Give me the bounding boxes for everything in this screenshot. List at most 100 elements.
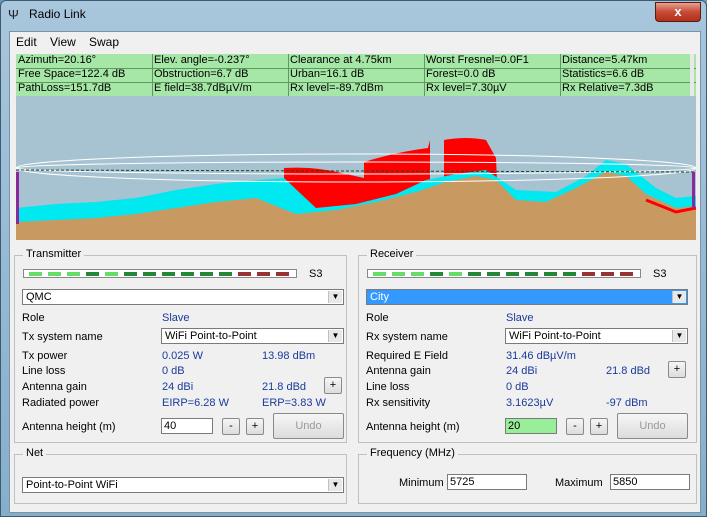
freq-max-input[interactable]: 5850 xyxy=(610,474,690,490)
chevron-down-icon[interactable]: ▼ xyxy=(672,330,686,342)
rx-sens-dbm: -97 dBm xyxy=(606,397,648,409)
transmitter-group: Transmitter S3 QMC ▼ Role Slave Tx system… xyxy=(14,248,347,443)
rx-meter-segment xyxy=(582,272,595,276)
rx-height-minus-button[interactable]: - xyxy=(566,418,584,435)
rx-gain-label: Antenna gain xyxy=(366,365,431,377)
tx-system-label: Tx system name xyxy=(22,331,103,343)
info-row1-cell-0: Azimuth=20.16° xyxy=(18,54,97,66)
menu-view[interactable]: View xyxy=(50,35,76,49)
tx-meter-segment xyxy=(48,272,61,276)
rx-meter-segment xyxy=(468,272,481,276)
frequency-title: Frequency (MHz) xyxy=(367,447,458,459)
tx-radiated-label: Radiated power xyxy=(22,397,100,409)
info-row1-cell-4: Distance=5.47km xyxy=(562,54,648,66)
rx-lineloss-label: Line loss xyxy=(366,381,410,393)
rx-meter-segment xyxy=(373,272,386,276)
freq-min-label: Minimum xyxy=(399,477,444,489)
menu-swap[interactable]: Swap xyxy=(89,35,119,49)
info-row3-cell-2: Rx level=-89.7dBm xyxy=(290,82,384,94)
info-row2-cell-1: Obstruction=6.7 dB xyxy=(154,68,249,80)
rx-meter-segment xyxy=(411,272,424,276)
rx-station-value: City xyxy=(370,291,389,303)
radio-link-window: Ψ Radio Link x Edit View Swap Azimuth=20… xyxy=(0,0,707,517)
rx-system-value: WiFi Point-to-Point xyxy=(509,330,601,342)
tx-role-value: Slave xyxy=(162,312,190,324)
rx-meter-segment xyxy=(563,272,576,276)
tx-height-label: Antenna height (m) xyxy=(22,421,116,433)
rx-meter-segment xyxy=(392,272,405,276)
rx-gain-dbi: 24 dBi xyxy=(506,365,538,377)
frequency-group: Frequency (MHz) Minimum 5725 Maximum 585… xyxy=(358,447,697,504)
terrain-profile-graph xyxy=(16,96,696,240)
antenna-app-icon: Ψ xyxy=(8,7,19,22)
tx-meter-segment xyxy=(238,272,251,276)
window-title: Radio Link xyxy=(29,7,86,21)
tx-system-select[interactable]: WiFi Point-to-Point ▼ xyxy=(161,328,344,344)
receiver-group: Receiver S3 City ▼ Role Slave Rx system n… xyxy=(358,248,697,443)
rx-undo-button[interactable]: Undo xyxy=(617,413,688,439)
tx-meter-segment xyxy=(67,272,80,276)
info-row2-cell-4: Statistics=6.6 dB xyxy=(562,68,645,80)
chevron-down-icon[interactable]: ▼ xyxy=(328,291,342,303)
chevron-down-icon[interactable]: ▼ xyxy=(328,479,342,491)
tx-antenna-mast xyxy=(16,172,19,224)
menu-edit[interactable]: Edit xyxy=(16,35,37,49)
tx-meter-segment xyxy=(86,272,99,276)
rx-signal-label: S3 xyxy=(653,268,667,280)
freq-min-input[interactable]: 5725 xyxy=(447,474,527,490)
rx-antenna-mast xyxy=(692,172,695,208)
info-row3-cell-1: E field=38.7dBµV/m xyxy=(154,82,252,94)
tx-system-value: WiFi Point-to-Point xyxy=(165,330,257,342)
tx-meter-segment xyxy=(105,272,118,276)
tx-gain-plus-button[interactable]: + xyxy=(324,377,342,394)
rx-height-label: Antenna height (m) xyxy=(366,421,460,433)
rx-meter-segment xyxy=(430,272,443,276)
tx-meter-segment xyxy=(124,272,137,276)
tx-role-label: Role xyxy=(22,312,45,324)
link-info-panel: Azimuth=20.16° Elev. angle=-0.237° Clearan… xyxy=(16,54,696,96)
rx-lineloss-value: 0 dB xyxy=(506,381,529,393)
info-row3-cell-0: PathLoss=151.7dB xyxy=(18,82,112,94)
tx-signal-meter xyxy=(23,269,297,278)
rx-efield-label: Required E Field xyxy=(366,350,448,362)
info-row2-cell-0: Free Space=122.4 dB xyxy=(18,68,126,80)
title-bar[interactable]: Ψ Radio Link x xyxy=(1,1,706,29)
rx-height-input[interactable]: 20 xyxy=(505,418,557,434)
rx-height-plus-button[interactable]: + xyxy=(590,418,608,435)
tx-station-select[interactable]: QMC ▼ xyxy=(22,289,344,305)
tx-height-plus-button[interactable]: + xyxy=(246,418,264,435)
tx-meter-segment xyxy=(200,272,213,276)
rx-meter-segment xyxy=(506,272,519,276)
tx-height-input[interactable]: 40 xyxy=(161,418,213,434)
rx-meter-segment xyxy=(544,272,557,276)
rx-sens-uv: 3.1623µV xyxy=(506,397,554,409)
terrain-profile xyxy=(16,96,696,240)
tx-gain-dbi: 24 dBi xyxy=(162,381,194,393)
tx-gain-label: Antenna gain xyxy=(22,381,87,393)
rx-meter-segment xyxy=(620,272,633,276)
rx-gain-plus-button[interactable]: + xyxy=(668,361,686,378)
rx-role-value: Slave xyxy=(506,312,534,324)
tx-power-label: Tx power xyxy=(22,350,68,362)
rx-role-label: Role xyxy=(366,312,389,324)
rx-sens-label: Rx sensitivity xyxy=(366,397,431,409)
rx-station-select[interactable]: City ▼ xyxy=(366,289,688,305)
tx-power-dbm: 13.98 dBm xyxy=(262,350,316,362)
rx-efield-value: 31.46 dBµV/m xyxy=(506,350,576,362)
tx-undo-button[interactable]: Undo xyxy=(273,413,344,439)
rx-system-select[interactable]: WiFi Point-to-Point ▼ xyxy=(505,328,688,344)
info-row1-cell-1: Elev. angle=-0.237° xyxy=(154,54,250,66)
net-select[interactable]: Point-to-Point WiFi ▼ xyxy=(22,477,344,493)
tx-eirp: EIRP=6.28 W xyxy=(162,397,229,409)
tx-meter-segment xyxy=(257,272,270,276)
info-row2-cell-3: Forest=0.0 dB xyxy=(426,68,496,80)
tx-height-minus-button[interactable]: - xyxy=(222,418,240,435)
chevron-down-icon[interactable]: ▼ xyxy=(672,291,686,303)
chevron-down-icon[interactable]: ▼ xyxy=(328,330,342,342)
close-button[interactable]: x xyxy=(655,2,701,22)
tx-signal-label: S3 xyxy=(309,268,323,280)
tx-power-w: 0.025 W xyxy=(162,350,203,362)
rx-meter-segment xyxy=(525,272,538,276)
tx-meter-segment xyxy=(276,272,289,276)
freq-max-label: Maximum xyxy=(555,477,603,489)
